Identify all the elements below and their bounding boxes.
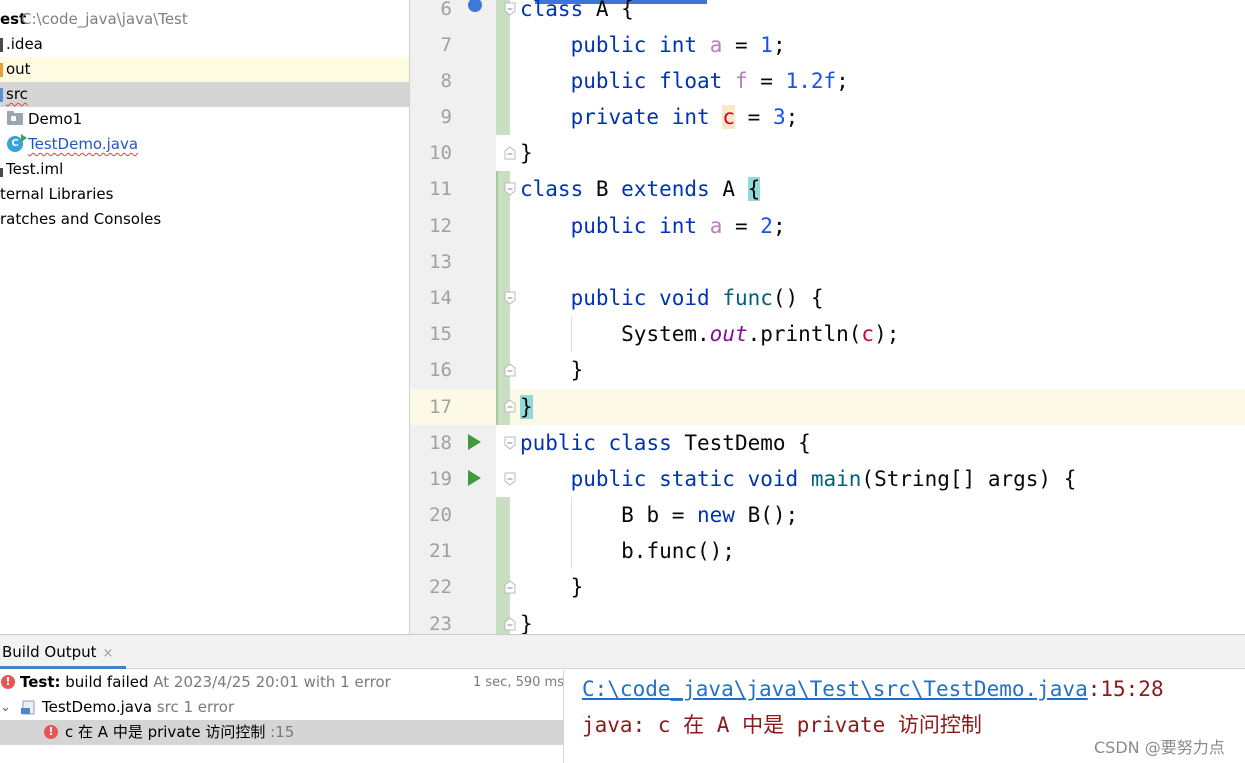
fold-icon[interactable] — [503, 472, 517, 486]
code-line: } — [520, 395, 533, 419]
vcs-change-bar — [496, 497, 510, 634]
watermark: CSDN @要努力点 — [1094, 738, 1225, 757]
fold-icon[interactable] — [503, 617, 517, 631]
line-number: 14 — [429, 287, 452, 309]
build-error-row[interactable]: ! c 在 A 中是 private 访问控制 :15 — [0, 720, 563, 745]
tree-root-row[interactable]: est C:\code_java\java\Test — [0, 7, 409, 32]
line-number: 10 — [429, 142, 452, 164]
tree-item-label: src — [6, 85, 28, 103]
build-file-row[interactable]: ⌄ TestDemo.java src 1 error — [0, 695, 563, 720]
source-folder-icon — [0, 88, 3, 102]
build-file: TestDemo.java src 1 error — [42, 698, 235, 716]
tree-item-label: ternal Libraries — [0, 185, 114, 203]
tree-item-src[interactable]: src — [0, 82, 409, 107]
tree-item-iml[interactable]: Test.iml — [0, 157, 409, 182]
line-number: 23 — [429, 613, 452, 634]
console-line: C:\code_java\java\Test\src\TestDemo.java… — [582, 677, 1164, 701]
tree-item-external-libraries[interactable]: ternal Libraries — [0, 182, 409, 207]
chevron-down-icon[interactable]: ⌄ — [0, 695, 11, 720]
run-icon[interactable] — [468, 470, 481, 486]
line-number: 17 — [429, 396, 452, 418]
line-number: 19 — [429, 468, 452, 490]
tab-label: Build Output — [2, 643, 97, 661]
line-number: 8 — [440, 70, 452, 92]
project-tool-window: est C:\code_java\java\Test .idea out src… — [0, 0, 409, 634]
fold-icon[interactable] — [503, 399, 517, 413]
fold-icon[interactable] — [503, 580, 517, 594]
code-line: class A { — [520, 0, 634, 21]
code-line: public static void main(String[] args) { — [570, 467, 1077, 491]
code-line: B b = new B(); — [621, 503, 799, 527]
code-line: b.func(); — [621, 539, 735, 563]
line-number: 21 — [429, 540, 452, 562]
fold-icon[interactable] — [503, 182, 517, 196]
vcs-change-bar — [496, 0, 510, 135]
package-icon — [7, 111, 23, 125]
code-line: public float f = 1.2f; — [570, 69, 849, 93]
code-line: System.out.println(c); — [621, 322, 900, 346]
code-line: private int c = 3; — [570, 105, 799, 129]
build-duration: 1 sec, 590 ms — [473, 675, 564, 690]
tree-item-label: Demo1 — [28, 110, 83, 128]
build-summary: Test: build failed At 2023/4/25 20:01 wi… — [20, 673, 391, 691]
fold-icon[interactable] — [503, 2, 517, 16]
code-line: public int a = 2; — [570, 214, 786, 238]
root-path: C:\code_java\java\Test — [21, 10, 188, 28]
code-line: } — [520, 612, 533, 634]
line-number: 16 — [429, 359, 452, 381]
tree-item-idea[interactable]: .idea — [0, 32, 409, 57]
line-number: 22 — [429, 576, 452, 598]
fold-icon[interactable] — [503, 363, 517, 377]
code-line: } — [570, 358, 584, 382]
build-tool-window: Build Output × ! Test: build failed At 20… — [0, 634, 1245, 763]
fold-icon[interactable] — [503, 291, 517, 305]
tree-item-out[interactable]: out — [0, 57, 409, 82]
tree-item-label: ratches and Consoles — [0, 210, 162, 228]
line-number: 9 — [440, 106, 452, 128]
panel-divider[interactable] — [563, 670, 564, 763]
folder-icon — [0, 38, 3, 52]
build-tab-bar: Build Output × — [0, 635, 1245, 669]
tree-item-label: .idea — [6, 35, 43, 53]
code-line: public void func() { — [570, 286, 824, 310]
code-line: public class TestDemo { — [520, 431, 811, 455]
code-line: public int a = 1; — [570, 33, 786, 57]
line-number: 18 — [429, 432, 452, 454]
line-number: 12 — [429, 215, 452, 237]
tree-item-label: Test.iml — [6, 160, 64, 178]
line-number: 20 — [429, 504, 452, 526]
code-line: } — [520, 141, 533, 165]
line-number: 15 — [429, 323, 452, 345]
java-class-icon: C — [7, 134, 27, 152]
code-editor[interactable]: 6 7 8 9 10 11 12 13 14 15 16 17 18 19 20… — [410, 0, 1245, 634]
error-icon: ! — [1, 675, 15, 689]
build-results-tree: ! Test: build failed At 2023/4/25 20:01 … — [0, 670, 564, 763]
line-number: 11 — [429, 178, 452, 200]
tree-item-label: TestDemo.java — [28, 135, 139, 153]
tab-build-output[interactable]: Build Output × — [0, 635, 126, 669]
module-file-icon — [0, 168, 3, 177]
build-error: c 在 A 中是 private 访问控制 :15 — [65, 723, 295, 741]
folder-icon — [0, 63, 3, 77]
code-line: } — [570, 575, 584, 599]
build-summary-row[interactable]: ! Test: build failed At 2023/4/25 20:01 … — [0, 670, 564, 695]
current-line-highlight — [410, 389, 1245, 425]
line-number: 7 — [440, 34, 452, 56]
code-line: class B extends A { — [520, 177, 761, 201]
error-icon: ! — [44, 725, 58, 739]
line-number: 13 — [429, 251, 452, 273]
tree-item-demo1[interactable]: Demo1 — [0, 107, 409, 132]
fold-icon[interactable] — [503, 436, 517, 450]
close-icon[interactable]: × — [103, 646, 114, 661]
tree-item-label: out — [6, 60, 31, 78]
tree-item-testdemo[interactable]: C TestDemo.java — [0, 132, 409, 157]
java-file-icon — [20, 699, 36, 715]
line-number: 6 — [440, 0, 452, 20]
run-icon[interactable] — [468, 434, 481, 450]
fold-icon[interactable] — [503, 146, 517, 160]
tree-item-scratches[interactable]: ratches and Consoles — [0, 207, 409, 232]
error-file-link[interactable]: C:\code_java\java\Test\src\TestDemo.java — [582, 677, 1088, 701]
console-error-message: java: c 在 A 中是 private 访问控制 — [582, 713, 982, 737]
